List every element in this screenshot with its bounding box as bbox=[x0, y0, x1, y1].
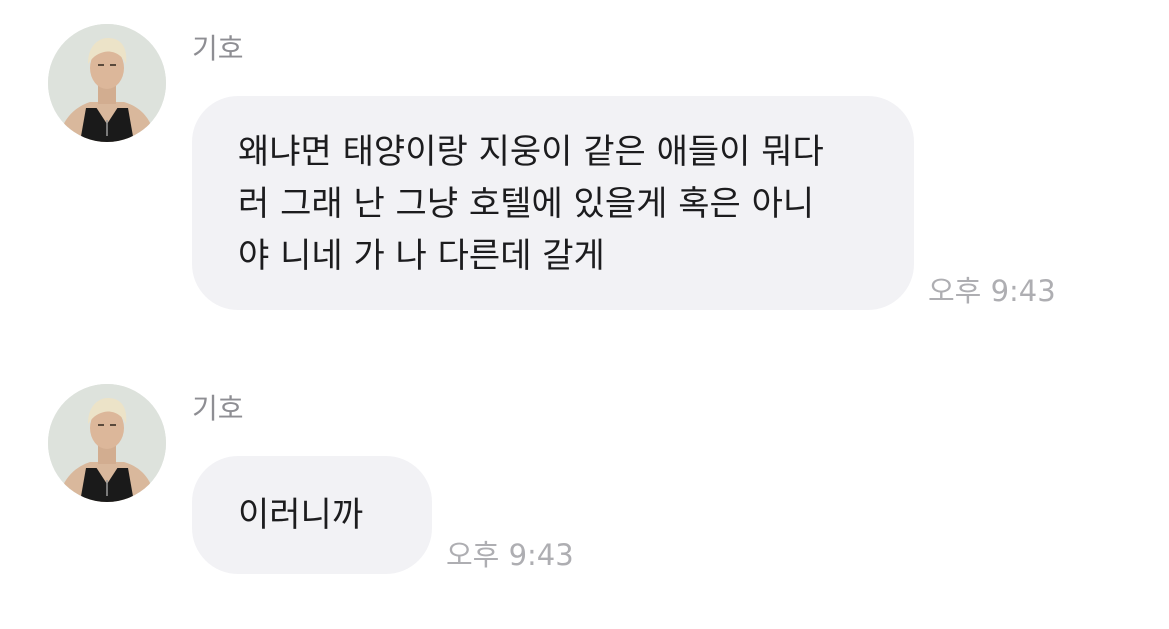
message-bubble[interactable]: 이러니까 bbox=[192, 456, 432, 574]
message-time: 오후 9:43 bbox=[446, 538, 574, 572]
avatar[interactable] bbox=[48, 24, 166, 142]
message-text: 이러니까 bbox=[238, 495, 364, 535]
chat-message: 기호 왜냐면 태양이랑 지웅이 같은 애들이 뭐다 러 그래 난 그냥 호텔에 … bbox=[0, 0, 1169, 330]
profile-photo-icon bbox=[48, 384, 166, 502]
profile-photo-icon bbox=[48, 24, 166, 142]
sender-name: 기호 bbox=[192, 392, 244, 425]
message-bubble[interactable]: 왜냐면 태양이랑 지웅이 같은 애들이 뭐다 러 그래 난 그냥 호텔에 있을게… bbox=[192, 96, 914, 310]
message-text: 왜냐면 태양이랑 지웅이 같은 애들이 뭐다 러 그래 난 그냥 호텔에 있을게… bbox=[238, 132, 824, 276]
chat-message: 기호 이러니까 오후 9:43 bbox=[0, 360, 1169, 600]
sender-name: 기호 bbox=[192, 32, 244, 65]
avatar[interactable] bbox=[48, 384, 166, 502]
message-time: 오후 9:43 bbox=[928, 274, 1056, 308]
